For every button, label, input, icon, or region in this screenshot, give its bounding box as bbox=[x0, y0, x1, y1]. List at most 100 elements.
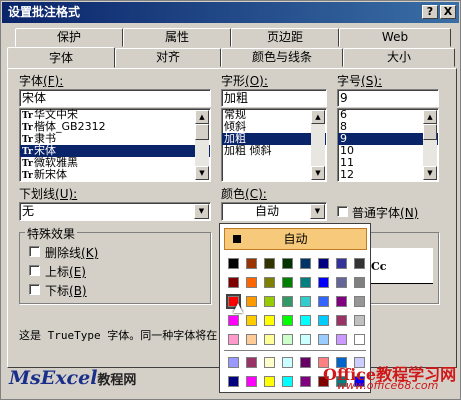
tab-label: 颜色与线条 bbox=[251, 50, 312, 64]
color-swatch[interactable] bbox=[282, 315, 293, 326]
mouse-cursor-icon bbox=[233, 303, 243, 313]
color-swatch[interactable] bbox=[300, 376, 311, 387]
scroll-up-icon[interactable]: ▲ bbox=[311, 110, 325, 124]
tab-alignment[interactable]: 对齐 bbox=[115, 48, 221, 67]
normal-font-label: 普通字体(N) bbox=[352, 204, 418, 221]
size-list[interactable]: 6 8 9 10 11 12 ▲ ▼ bbox=[337, 108, 439, 182]
color-swatch[interactable] bbox=[246, 376, 257, 387]
color-swatch[interactable] bbox=[246, 357, 257, 368]
color-swatch[interactable] bbox=[228, 277, 239, 288]
truetype-icon: Tr bbox=[22, 171, 33, 181]
tab-size[interactable]: 大小 bbox=[343, 48, 455, 67]
list-item[interactable]: Tr新宋体 bbox=[20, 169, 210, 182]
color-swatch[interactable] bbox=[246, 315, 257, 326]
color-swatch[interactable] bbox=[246, 258, 257, 269]
color-swatch[interactable] bbox=[282, 357, 293, 368]
color-swatch[interactable] bbox=[300, 357, 311, 368]
subscript-accel: (B) bbox=[69, 284, 87, 298]
chevron-down-icon[interactable]: ▼ bbox=[194, 204, 209, 219]
tab-properties[interactable]: 属性 bbox=[123, 28, 231, 47]
style-list[interactable]: 常规 倾斜 加粗 加粗 倾斜 ▲ ▼ bbox=[221, 108, 327, 182]
automatic-color-option[interactable]: 自动 bbox=[224, 228, 367, 250]
color-swatch[interactable] bbox=[318, 277, 329, 288]
font-accel: (F): bbox=[43, 74, 64, 88]
color-swatch[interactable] bbox=[354, 258, 365, 269]
scroll-down-icon[interactable]: ▼ bbox=[195, 166, 209, 180]
tab-colors-lines[interactable]: 颜色与线条 bbox=[221, 48, 343, 67]
color-swatch[interactable] bbox=[282, 277, 293, 288]
color-swatch[interactable] bbox=[336, 296, 347, 307]
style-input[interactable]: 加粗 bbox=[221, 89, 327, 107]
color-swatch[interactable] bbox=[228, 315, 239, 326]
size-accel: (S): bbox=[361, 74, 383, 88]
scroll-thumb[interactable] bbox=[423, 124, 437, 140]
size-list-scrollbar[interactable]: ▲ ▼ bbox=[423, 110, 437, 180]
color-swatch[interactable] bbox=[336, 315, 347, 326]
normal-font-text: 普通字体 bbox=[352, 206, 401, 220]
color-swatch[interactable] bbox=[318, 258, 329, 269]
font-input[interactable]: 宋体 bbox=[19, 89, 211, 107]
subscript-checkbox[interactable] bbox=[29, 284, 40, 295]
color-swatch[interactable] bbox=[318, 296, 329, 307]
scroll-down-icon[interactable]: ▼ bbox=[311, 166, 325, 180]
underline-select[interactable]: 无 bbox=[19, 202, 211, 221]
color-swatch[interactable] bbox=[354, 296, 365, 307]
tab-protect[interactable]: 保护 bbox=[15, 28, 123, 47]
color-swatch[interactable] bbox=[354, 277, 365, 288]
color-swatch[interactable] bbox=[282, 258, 293, 269]
tab-margins[interactable]: 页边距 bbox=[231, 28, 339, 47]
color-swatch[interactable] bbox=[300, 315, 311, 326]
color-swatch[interactable] bbox=[318, 334, 329, 345]
color-swatch[interactable] bbox=[246, 334, 257, 345]
chevron-down-icon[interactable]: ▼ bbox=[310, 204, 325, 219]
color-swatch[interactable] bbox=[318, 315, 329, 326]
scroll-up-icon[interactable]: ▲ bbox=[195, 110, 209, 124]
color-swatch[interactable] bbox=[264, 376, 275, 387]
style-label: 字形(O): bbox=[221, 72, 268, 89]
color-swatch[interactable] bbox=[300, 258, 311, 269]
size-input[interactable]: 9 bbox=[337, 89, 439, 107]
color-swatch[interactable] bbox=[282, 296, 293, 307]
color-swatch[interactable] bbox=[282, 376, 293, 387]
size-label: 字号(S): bbox=[337, 72, 382, 89]
tab-label: 页边距 bbox=[266, 30, 303, 44]
color-swatch[interactable] bbox=[264, 357, 275, 368]
color-swatch[interactable] bbox=[282, 334, 293, 345]
color-swatch[interactable] bbox=[264, 296, 275, 307]
color-swatch[interactable] bbox=[228, 334, 239, 345]
scroll-thumb[interactable] bbox=[195, 124, 209, 140]
font-label: 字体(F): bbox=[19, 72, 63, 89]
color-swatch[interactable] bbox=[354, 334, 365, 345]
color-swatch[interactable] bbox=[228, 376, 239, 387]
color-swatch[interactable] bbox=[336, 334, 347, 345]
font-list-scrollbar[interactable]: ▲ ▼ bbox=[195, 110, 209, 180]
color-swatch[interactable] bbox=[354, 315, 365, 326]
style-list-scrollbar[interactable]: ▲ ▼ bbox=[311, 110, 325, 180]
tab-font[interactable]: 字体 bbox=[7, 47, 115, 68]
strikethrough-checkbox[interactable] bbox=[29, 246, 40, 257]
font-list[interactable]: Tr华文中宋 Tr楷体_GB2312 Tr隶书 Tr宋体 Tr微软雅黑 Tr新宋… bbox=[19, 108, 211, 182]
color-swatch[interactable] bbox=[336, 258, 347, 269]
color-swatch[interactable] bbox=[336, 277, 347, 288]
superscript-checkbox[interactable] bbox=[29, 265, 40, 276]
color-swatch[interactable] bbox=[264, 334, 275, 345]
scroll-up-icon[interactable]: ▲ bbox=[423, 110, 437, 124]
color-swatch[interactable] bbox=[228, 258, 239, 269]
color-swatch[interactable] bbox=[246, 296, 257, 307]
scroll-down-icon[interactable]: ▼ bbox=[423, 166, 437, 180]
superscript-label: 上标(E) bbox=[45, 263, 86, 280]
help-button[interactable]: ? bbox=[422, 5, 438, 19]
color-swatch[interactable] bbox=[300, 334, 311, 345]
color-swatch[interactable] bbox=[264, 258, 275, 269]
font-label-text: 字体 bbox=[19, 74, 44, 88]
color-swatch[interactable] bbox=[228, 357, 239, 368]
color-swatch[interactable] bbox=[300, 296, 311, 307]
normal-font-checkbox[interactable] bbox=[337, 206, 348, 217]
color-swatch[interactable] bbox=[264, 277, 275, 288]
close-button[interactable]: X bbox=[440, 5, 456, 19]
color-swatch[interactable] bbox=[300, 277, 311, 288]
color-swatch[interactable] bbox=[246, 277, 257, 288]
tab-web[interactable]: Web bbox=[339, 28, 451, 47]
color-swatch[interactable] bbox=[264, 315, 275, 326]
normal-font-accel: (N) bbox=[400, 206, 419, 220]
